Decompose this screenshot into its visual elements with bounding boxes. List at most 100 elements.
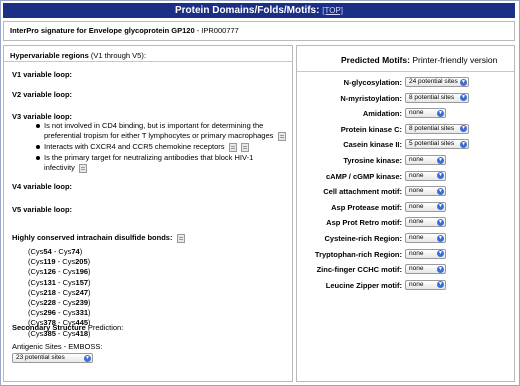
chevron-down-icon: ▼: [437, 218, 444, 226]
hypervariable-heading: Hypervariable regions (V1 through V5):: [10, 51, 146, 60]
list-item: (Cys131 - Cys157): [28, 278, 91, 288]
chevron-down-icon: ▼: [437, 187, 444, 195]
motif-select[interactable]: none ▼: [405, 170, 446, 181]
select-value: none: [409, 265, 424, 273]
bond-text: - Cys: [55, 257, 76, 267]
bond-text: ): [88, 267, 91, 277]
select-value: none: [409, 156, 424, 163]
select-value: none: [409, 280, 424, 288]
bond-text: (Cys: [28, 308, 44, 318]
bond-residue-b: 74: [71, 247, 80, 256]
v5-loop-label: V5 variable loop:: [12, 205, 73, 214]
bond-text: - Cys: [55, 298, 76, 308]
bond-text: - Cys: [55, 267, 76, 277]
select-value: 8 potential sites: [409, 124, 455, 132]
motif-select[interactable]: none ▼: [405, 279, 446, 290]
motif-select[interactable]: none ▼: [405, 201, 446, 212]
document-icon[interactable]: [277, 131, 286, 141]
v2-loop-label: V2 variable loop:: [12, 90, 73, 99]
bond-text: (Cys: [28, 247, 44, 256]
v1-loop-label: V1 variable loop:: [12, 70, 73, 79]
signature-id: - IPR000777: [194, 26, 239, 35]
motif-select[interactable]: 24 potential sites ▼: [405, 77, 469, 87]
motif-select[interactable]: none ▼: [405, 108, 446, 119]
v4-loop-label: V4 variable loop:: [12, 182, 73, 191]
select-value: 8 potential sites: [409, 93, 455, 101]
bond-residue-b: 196: [75, 267, 89, 277]
list-item: (Cys218 - Cys247): [28, 288, 91, 298]
list-item: Is the primary target for neutralizing a…: [36, 153, 286, 173]
select-value: 5 potential sites: [409, 140, 455, 148]
chevron-down-icon: ▼: [460, 125, 467, 133]
bond-text: (Cys: [28, 267, 44, 277]
select-value: none: [409, 109, 424, 117]
hypervariable-title: Hypervariable regions: [10, 51, 89, 60]
bullet-text: Is the primary target for neutralizing a…: [44, 153, 254, 172]
bond-text: - Cys: [55, 287, 76, 297]
section-title: Protein Domains/Folds/Motifs:: [175, 5, 320, 16]
list-item: (Cys126 - Cys196): [28, 267, 91, 277]
motif-select[interactable]: none ▼: [405, 155, 446, 165]
signature-name: InterPro signature for Envelope glycopro…: [10, 26, 195, 35]
predicted-motifs-heading: Predicted Motifs: Printer-friendly versi…: [341, 55, 497, 65]
signature-title: InterPro signature for Envelope glycopro…: [10, 26, 239, 35]
disulfide-title: Highly conserved intrachain disulfide bo…: [12, 233, 173, 242]
select-value: 23 potential sites: [16, 354, 65, 361]
antigenic-sites-select[interactable]: 23 potential sites ▼: [12, 353, 93, 363]
motif-label: Casein kinase II:: [343, 140, 402, 150]
printer-friendly-link[interactable]: Printer-friendly version: [410, 55, 497, 65]
motif-select[interactable]: none ▼: [405, 186, 446, 197]
motif-label: Asp Prot Retro motif:: [326, 218, 402, 228]
chevron-down-icon: ▼: [437, 203, 444, 211]
left-panel: Hypervariable regions (V1 through V5): V…: [3, 45, 293, 382]
motif-select[interactable]: none ▼: [405, 217, 446, 228]
bond-text: - Cys: [51, 247, 72, 256]
right-panel: Predicted Motifs: Printer-friendly versi…: [296, 45, 515, 382]
select-value: none: [409, 234, 424, 241]
motif-label: Cysteine-rich Region:: [324, 234, 402, 243]
chevron-down-icon: ▼: [437, 250, 444, 258]
select-value: none: [409, 218, 424, 226]
select-value: 24 potential sites: [409, 78, 458, 85]
motif-select[interactable]: none ▼: [405, 233, 446, 243]
motif-select[interactable]: none ▼: [405, 248, 446, 259]
motif-label: Asp Protease motif:: [331, 202, 402, 212]
chevron-down-icon: ▼: [437, 109, 444, 117]
bond-text: ): [87, 257, 91, 267]
list-item: Interacts with CXCR4 and CCR5 chemokine …: [36, 142, 286, 152]
motif-label: N-glycosylation:: [343, 78, 402, 87]
disulfide-heading: Highly conserved intrachain disulfide bo…: [12, 233, 185, 243]
bond-text: - Cys: [55, 277, 76, 287]
bond-text: - Cys: [55, 308, 76, 318]
motif-select[interactable]: 8 potential sites ▼: [405, 92, 469, 103]
chevron-down-icon: ▼: [460, 94, 467, 102]
motif-select[interactable]: 8 potential sites ▼: [405, 123, 469, 134]
bond-text: (Cys: [28, 277, 44, 287]
chevron-down-icon: ▼: [437, 234, 444, 242]
document-icon[interactable]: [78, 163, 87, 173]
bond-residue-b: 331: [75, 308, 89, 318]
list-item: Is not involved in CD4 binding, but is i…: [36, 121, 286, 141]
chevron-down-icon: ▼: [437, 172, 444, 180]
motif-select[interactable]: 5 potential sites ▼: [405, 139, 469, 150]
top-link[interactable]: [TOP]: [322, 6, 343, 15]
bond-residue-a: 228: [43, 298, 56, 308]
antigenic-sites-label: Antigenic Sites - EMBOSS:: [12, 342, 103, 351]
motif-label: cAMP / cGMP kinase:: [325, 171, 402, 181]
document-icon[interactable]: [176, 233, 185, 243]
v3-bullet-list: Is not involved in CD4 binding, but is i…: [36, 121, 286, 173]
document-icon[interactable]: [228, 142, 237, 152]
section-title-bar: Protein Domains/Folds/Motifs: [TOP]: [3, 3, 515, 18]
motif-label: Leucine Zipper motif:: [325, 280, 402, 290]
motif-select[interactable]: none ▼: [405, 264, 446, 275]
bond-text: (Cys: [28, 257, 44, 267]
bond-residue-a: 218: [43, 287, 56, 297]
motif-label: Amidation:: [362, 109, 402, 119]
motif-label: Tryptophan-rich Region:: [314, 249, 402, 259]
bond-residue-a: 131: [43, 277, 56, 287]
chevron-down-icon: ▼: [437, 156, 444, 164]
v3-loop-label: V3 variable loop:: [12, 112, 73, 121]
motif-label: Cell attachment motif:: [323, 187, 402, 197]
bond-residue-b: 157: [75, 277, 89, 287]
document-icon[interactable]: [240, 142, 249, 152]
